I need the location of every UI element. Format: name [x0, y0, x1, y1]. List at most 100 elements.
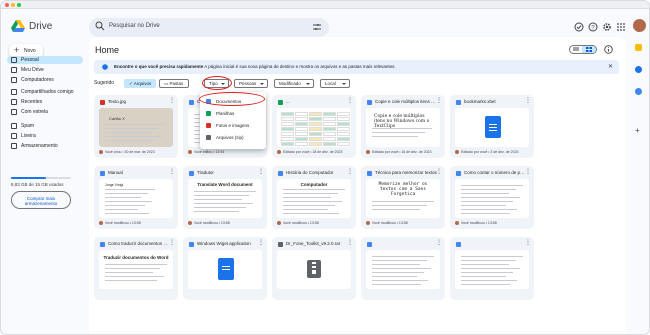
file-thumbnail[interactable]: Translate Word document	[188, 179, 262, 218]
file-card[interactable]: Windows Wiget.application ⋮	[183, 237, 267, 300]
storage-usage-text: 8,83 GB de 15 GB usados	[11, 182, 64, 187]
sidebar-item-1[interactable]: Pessoal	[7, 56, 83, 64]
text-line	[461, 205, 506, 207]
file-card[interactable]: História do Computador ⋮ Computador Você…	[272, 166, 356, 229]
details-info-icon[interactable]	[604, 45, 613, 54]
highlight-ring-documents	[199, 92, 265, 106]
sidebar-item-2[interactable]: Meu Drive	[7, 66, 83, 74]
close-window-icon[interactable]	[5, 3, 9, 7]
list-view-icon[interactable]	[573, 47, 579, 52]
drive-logo-icon[interactable]	[11, 20, 25, 32]
more-options-icon[interactable]: ⋮	[436, 239, 442, 246]
file-card[interactable]: Manual ⋮ Jorge Vinigi Você modificou • 1…	[94, 166, 178, 229]
file-thumbnail[interactable]	[455, 108, 529, 147]
help-icon[interactable]: ?	[588, 22, 598, 32]
more-options-icon[interactable]: ⋮	[169, 97, 175, 104]
search-icon[interactable]	[95, 21, 105, 31]
more-options-icon[interactable]: ⋮	[436, 168, 442, 175]
file-name: Como traduzir documentos do W...	[108, 241, 170, 246]
grid-view-button[interactable]	[582, 46, 596, 53]
file-thumbnail[interactable]	[277, 108, 351, 147]
sidebar-item-6[interactable]: Com estrela	[7, 108, 83, 116]
more-options-icon[interactable]: ⋮	[525, 239, 531, 246]
sidebar-item-8[interactable]: Lixeira	[7, 132, 83, 140]
add-addon-icon[interactable]: +	[635, 126, 640, 135]
more-options-icon[interactable]: ⋮	[436, 97, 442, 104]
chip-folders[interactable]: ▭ Pastas	[159, 79, 189, 88]
sidebar-item-7[interactable]: Spam	[7, 122, 83, 130]
sidebar-item-label: Compartilhados comigo	[21, 89, 74, 95]
more-options-icon[interactable]: ⋮	[258, 239, 264, 246]
sidebar-item-3[interactable]: Computadores	[7, 76, 83, 84]
account-avatar[interactable]	[633, 19, 646, 32]
file-thumbnail[interactable]: Copie e cole múltiplos itens no Windows …	[366, 108, 440, 147]
search-bar[interactable]: Pesquisar no Drive	[89, 18, 329, 37]
search-input[interactable]: Pesquisar no Drive	[109, 23, 160, 29]
file-thumbnail[interactable]: Jorge Vinigi	[99, 179, 173, 218]
file-thumbnail[interactable]	[188, 250, 262, 289]
sidebar-item-5[interactable]: Recentes	[7, 98, 83, 106]
file-card[interactable]: ⋮	[361, 237, 445, 300]
more-options-icon[interactable]: ⋮	[169, 168, 175, 175]
buy-storage-button[interactable]: Comprar mais armazenamento	[11, 191, 71, 209]
file-card[interactable]: Dr_Fone_Toolkit_v9.2.0.rar ⋮	[272, 237, 356, 300]
sheet-cell	[281, 142, 294, 146]
file-thumbnail[interactable]	[455, 179, 529, 218]
more-options-icon[interactable]: ⋮	[347, 168, 353, 175]
file-thumbnail[interactable]: Memorize melhor os textos com a Sans For…	[366, 179, 440, 218]
more-options-icon[interactable]: ⋮	[347, 239, 353, 246]
file-thumbnail[interactable]: Traduzir documentos do Word	[99, 250, 173, 289]
file-card[interactable]: bookmarks.xbel ⋮ Editado por você • 3 de…	[450, 95, 534, 158]
file-thumbnail[interactable]: Computador	[277, 179, 351, 218]
file-card[interactable]: Copie e cole múltiplos itens no Wi... ⋮ …	[361, 95, 445, 158]
file-thumbnail[interactable]	[277, 250, 351, 289]
more-options-icon[interactable]: ⋮	[347, 97, 353, 104]
file-card[interactable]: Técnica para memorizar textos ⋮ Memorize…	[361, 166, 445, 229]
calendar-icon[interactable]	[635, 88, 642, 95]
chip-people[interactable]: Pessoas	[234, 79, 268, 88]
text-line	[105, 124, 165, 126]
more-options-icon[interactable]: ⋮	[525, 168, 531, 175]
file-thumbnail[interactable]	[366, 250, 440, 289]
search-options-icon[interactable]	[313, 23, 321, 31]
text-line	[461, 268, 520, 270]
view-toggle[interactable]	[569, 45, 597, 54]
text-line	[105, 205, 145, 207]
offline-status-icon[interactable]	[574, 22, 584, 32]
close-banner-icon[interactable]: ✕	[608, 60, 613, 74]
settings-gear-icon[interactable]	[602, 22, 612, 32]
more-options-icon[interactable]: ⋮	[258, 168, 264, 175]
file-thumbnail[interactable]: Cartão X	[99, 108, 173, 147]
minimize-window-icon[interactable]	[11, 3, 15, 7]
file-thumbnail[interactable]	[455, 250, 529, 289]
text-line	[194, 207, 246, 209]
apps-grid-icon[interactable]	[616, 22, 626, 32]
file-meta: Você criou • 30 de mar. de 2023	[99, 150, 155, 154]
type-menu-item-4[interactable]: Arquivos (zip)	[200, 133, 266, 142]
keep-icon[interactable]	[635, 44, 642, 51]
maximize-window-icon[interactable]	[17, 3, 21, 7]
more-options-icon[interactable]: ⋮	[169, 239, 175, 246]
text-line	[283, 209, 328, 211]
chip-location[interactable]: Local	[320, 79, 350, 88]
sidebar-item-9[interactable]: Armazenamento	[7, 142, 83, 150]
chip-files[interactable]: ✓ Arquivos	[124, 79, 156, 88]
file-card[interactable]: Como traduzir documentos do W... ⋮ Tradu…	[94, 237, 178, 300]
file-card[interactable]: Como contar o número de palavr... ⋮ Você…	[450, 166, 534, 229]
google-doc-icon	[485, 116, 501, 138]
file-card[interactable]: Texto.jpg ⋮ Cartão X Você criou • 30 de …	[94, 95, 178, 158]
text-line	[461, 256, 523, 258]
chip-folders-label: Pastas	[169, 81, 184, 86]
brand-name[interactable]: Drive	[29, 21, 52, 32]
chip-modified[interactable]: Modificado	[274, 79, 314, 88]
file-card[interactable]: Tradutor ⋮ Translate Word document Você …	[183, 166, 267, 229]
text-line	[461, 284, 510, 286]
type-menu-item-2[interactable]: Planilhas	[200, 109, 266, 118]
file-card[interactable]: ... ⋮ Editado por você • 18 de dez. de 2…	[272, 95, 356, 158]
tasks-icon[interactable]	[635, 66, 642, 73]
type-menu-item-3[interactable]: Fotos e imagens	[200, 121, 266, 130]
sidebar-item-4[interactable]: Compartilhados comigo	[7, 88, 83, 96]
more-options-icon[interactable]: ⋮	[525, 97, 531, 104]
sheet-cell	[323, 132, 336, 136]
file-card[interactable]: ⋮	[450, 237, 534, 300]
